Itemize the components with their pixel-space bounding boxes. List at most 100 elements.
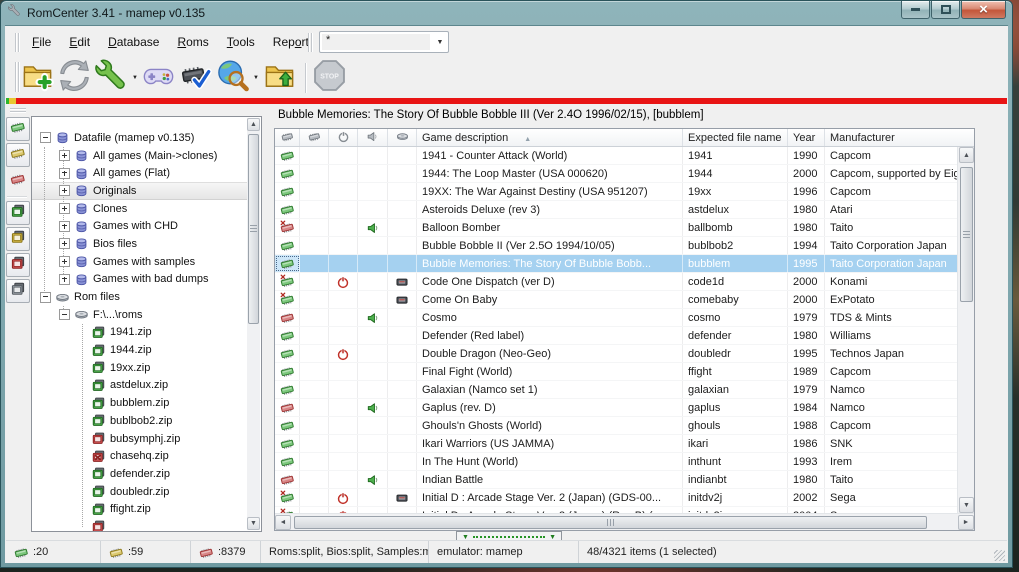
tree-item-doubledr-zip[interactable]: doubledr.zip <box>32 483 248 501</box>
table-row-indianbt[interactable]: Indian Battleindianbt1980Taito <box>275 471 957 489</box>
export-button[interactable] <box>261 60 298 97</box>
table-row-ghouls[interactable]: Ghouls'n Ghosts (World)ghouls1988Capcom <box>275 417 957 435</box>
minimize-button[interactable] <box>901 1 930 19</box>
menu-item-roms[interactable]: Roms <box>168 31 217 53</box>
tree-item-bubsymphj-zip[interactable]: bubsymphj.zip <box>32 430 248 448</box>
tree-scrollbar[interactable] <box>247 118 260 530</box>
tree-item-item[interactable] <box>32 518 248 531</box>
menu-item-database[interactable]: Database <box>99 31 168 53</box>
tree-item-ffight-zip[interactable]: ffight.zip <box>32 500 248 518</box>
refresh-button[interactable] <box>56 60 93 97</box>
scroll-down-button[interactable] <box>247 517 260 530</box>
column-header-chip[interactable] <box>275 129 300 146</box>
scrollbar-thumb[interactable] <box>960 167 973 302</box>
chevron-down-icon[interactable] <box>432 32 448 52</box>
dropdown-arrow-icon[interactable] <box>251 60 261 96</box>
scroll-up-button[interactable] <box>959 147 974 163</box>
new-datafile-button[interactable] <box>19 60 56 97</box>
tree-item-f-roms[interactable]: F:\...\roms <box>32 306 248 324</box>
scroll-up-button[interactable] <box>247 118 260 131</box>
tree-expander-plus[interactable] <box>59 168 70 179</box>
table-row-defender[interactable]: Defender (Red label)defender1980Williams <box>275 327 957 345</box>
column-header-year[interactable]: Year <box>788 129 825 146</box>
filter-sidebar-grip[interactable] <box>10 108 26 113</box>
web-search-button[interactable] <box>214 60 251 97</box>
filter-complete-games-button[interactable] <box>6 201 30 225</box>
table-row-galaxian[interactable]: Galaxian (Namco set 1)galaxian1979Namco <box>275 381 957 399</box>
play-game-button[interactable] <box>140 60 177 97</box>
table-row-gaplus[interactable]: Gaplus (rev. D)gaplus1984Namco <box>275 399 957 417</box>
menu-item-tools[interactable]: Tools <box>218 31 264 53</box>
table-row-bublbob2[interactable]: Bubble Bobble II (Ver 2.5O 1994/10/05)bu… <box>275 237 957 255</box>
tree-expander-plus[interactable] <box>59 274 70 285</box>
column-header-power[interactable] <box>329 129 358 146</box>
close-button[interactable] <box>961 1 1006 19</box>
table-row-ballbomb[interactable]: Balloon Bomberballbomb1980Taito <box>275 219 957 237</box>
menu-item-file[interactable]: File <box>23 31 60 53</box>
column-header-manufacturer[interactable]: Manufacturer <box>825 129 974 146</box>
table-row-ikari[interactable]: Ikari Warriors (US JAMMA)ikari1986SNK <box>275 435 957 453</box>
column-header-chip[interactable] <box>300 129 329 146</box>
filter-complete-roms-button[interactable] <box>6 117 30 141</box>
tree-expander-plus[interactable] <box>59 256 70 267</box>
menubar-grip[interactable] <box>15 33 20 52</box>
tree-item-games-with-chd[interactable]: Games with CHD <box>32 217 248 235</box>
maximize-button[interactable] <box>931 1 960 19</box>
table-horizontal-scrollbar[interactable] <box>275 513 974 530</box>
table-row-ffight[interactable]: Final Fight (World)ffight1989Capcom <box>275 363 957 381</box>
tree-expander-plus[interactable] <box>59 203 70 214</box>
tree-expander-plus[interactable] <box>59 150 70 161</box>
tree-item-1941-zip[interactable]: 1941.zip <box>32 324 248 342</box>
tree-expander-minus[interactable] <box>40 292 51 303</box>
column-header-speaker[interactable] <box>358 129 388 146</box>
tree-expander-plus[interactable] <box>59 238 70 249</box>
table-row-19xx[interactable]: 19XX: The War Against Destiny (USA 95120… <box>275 183 957 201</box>
tree-expander-minus[interactable] <box>59 309 70 320</box>
filter-bad-games-button[interactable] <box>6 253 30 277</box>
filter-incomplete-games-button[interactable] <box>6 227 30 251</box>
table-row-comebaby[interactable]: Come On Babycomebaby2000ExPotato <box>275 291 957 309</box>
table-row-astdelux[interactable]: Asteroids Deluxe (rev 3)astdelux1980Atar… <box>275 201 957 219</box>
filter-missing-roms-button[interactable] <box>6 169 30 193</box>
column-header-game-description[interactable]: Game description <box>417 129 683 146</box>
tree-item-games-with-bad-dumps[interactable]: Games with bad dumps <box>32 271 248 289</box>
tree-item-1944-zip[interactable]: 1944.zip <box>32 341 248 359</box>
titlebar[interactable]: RomCenter 3.41 - mamep v0.135 <box>1 1 1012 25</box>
tree-item-19xx-zip[interactable]: 19xx.zip <box>32 359 248 377</box>
scrollbar-thumb[interactable] <box>294 516 927 529</box>
tree-item-chasehq-zip[interactable]: chasehq.zip <box>32 447 248 465</box>
tree-item-datafile-mamep-v0-135[interactable]: Datafile (mamep v0.135) <box>32 129 248 147</box>
table-row-doubledr[interactable]: Double Dragon (Neo-Geo)doubledr1995Techn… <box>275 345 957 363</box>
tree-item-defender-zip[interactable]: defender.zip <box>32 465 248 483</box>
tree-item-bublbob2-zip[interactable]: bublbob2.zip <box>32 412 248 430</box>
filter-combobox[interactable]: * <box>319 31 449 53</box>
repair-roms-button[interactable] <box>93 60 130 97</box>
table-row-inthunt[interactable]: In The Hunt (World)inthunt1993Irem <box>275 453 957 471</box>
table-row-1944[interactable]: 1944: The Loop Master (USA 000620)194420… <box>275 165 957 183</box>
tree-item-rom-files[interactable]: Rom files <box>32 288 248 306</box>
tree-item-originals[interactable]: Originals <box>32 182 248 200</box>
column-header-disk[interactable] <box>388 129 417 146</box>
table-row-cosmo[interactable]: Cosmocosmo1979TDS & Mints <box>275 309 957 327</box>
column-header-expected-file-name[interactable]: Expected file name <box>683 129 788 146</box>
filter-missing-games-button[interactable] <box>6 279 30 303</box>
scrollbar-thumb[interactable] <box>248 134 259 324</box>
table-row-code1d[interactable]: Code One Dispatch (ver D)code1d2000Konam… <box>275 273 957 291</box>
scan-roms-button[interactable] <box>177 60 214 97</box>
table-vertical-scrollbar[interactable] <box>957 147 974 513</box>
tree-item-all-games-main-clones[interactable]: All games (Main->clones) <box>32 147 248 165</box>
tree-item-bubblem-zip[interactable]: bubblem.zip <box>32 394 248 412</box>
tree-item-bios-files[interactable]: Bios files <box>32 235 248 253</box>
menu-item-edit[interactable]: Edit <box>60 31 99 53</box>
scroll-right-button[interactable] <box>958 515 974 530</box>
tree-expander-plus[interactable] <box>59 221 70 232</box>
filter-toolbar-grip[interactable] <box>308 33 313 52</box>
scroll-left-button[interactable] <box>275 515 291 530</box>
stop-button[interactable]: STOP <box>311 60 348 97</box>
filter-incomplete-roms-button[interactable] <box>6 143 30 167</box>
dropdown-arrow-icon[interactable] <box>130 60 140 96</box>
tree-expander-minus[interactable] <box>40 132 51 143</box>
tree-expander-plus[interactable] <box>59 185 70 196</box>
scroll-down-button[interactable] <box>959 497 974 513</box>
tree-item-all-games-flat[interactable]: All games (Flat) <box>32 164 248 182</box>
